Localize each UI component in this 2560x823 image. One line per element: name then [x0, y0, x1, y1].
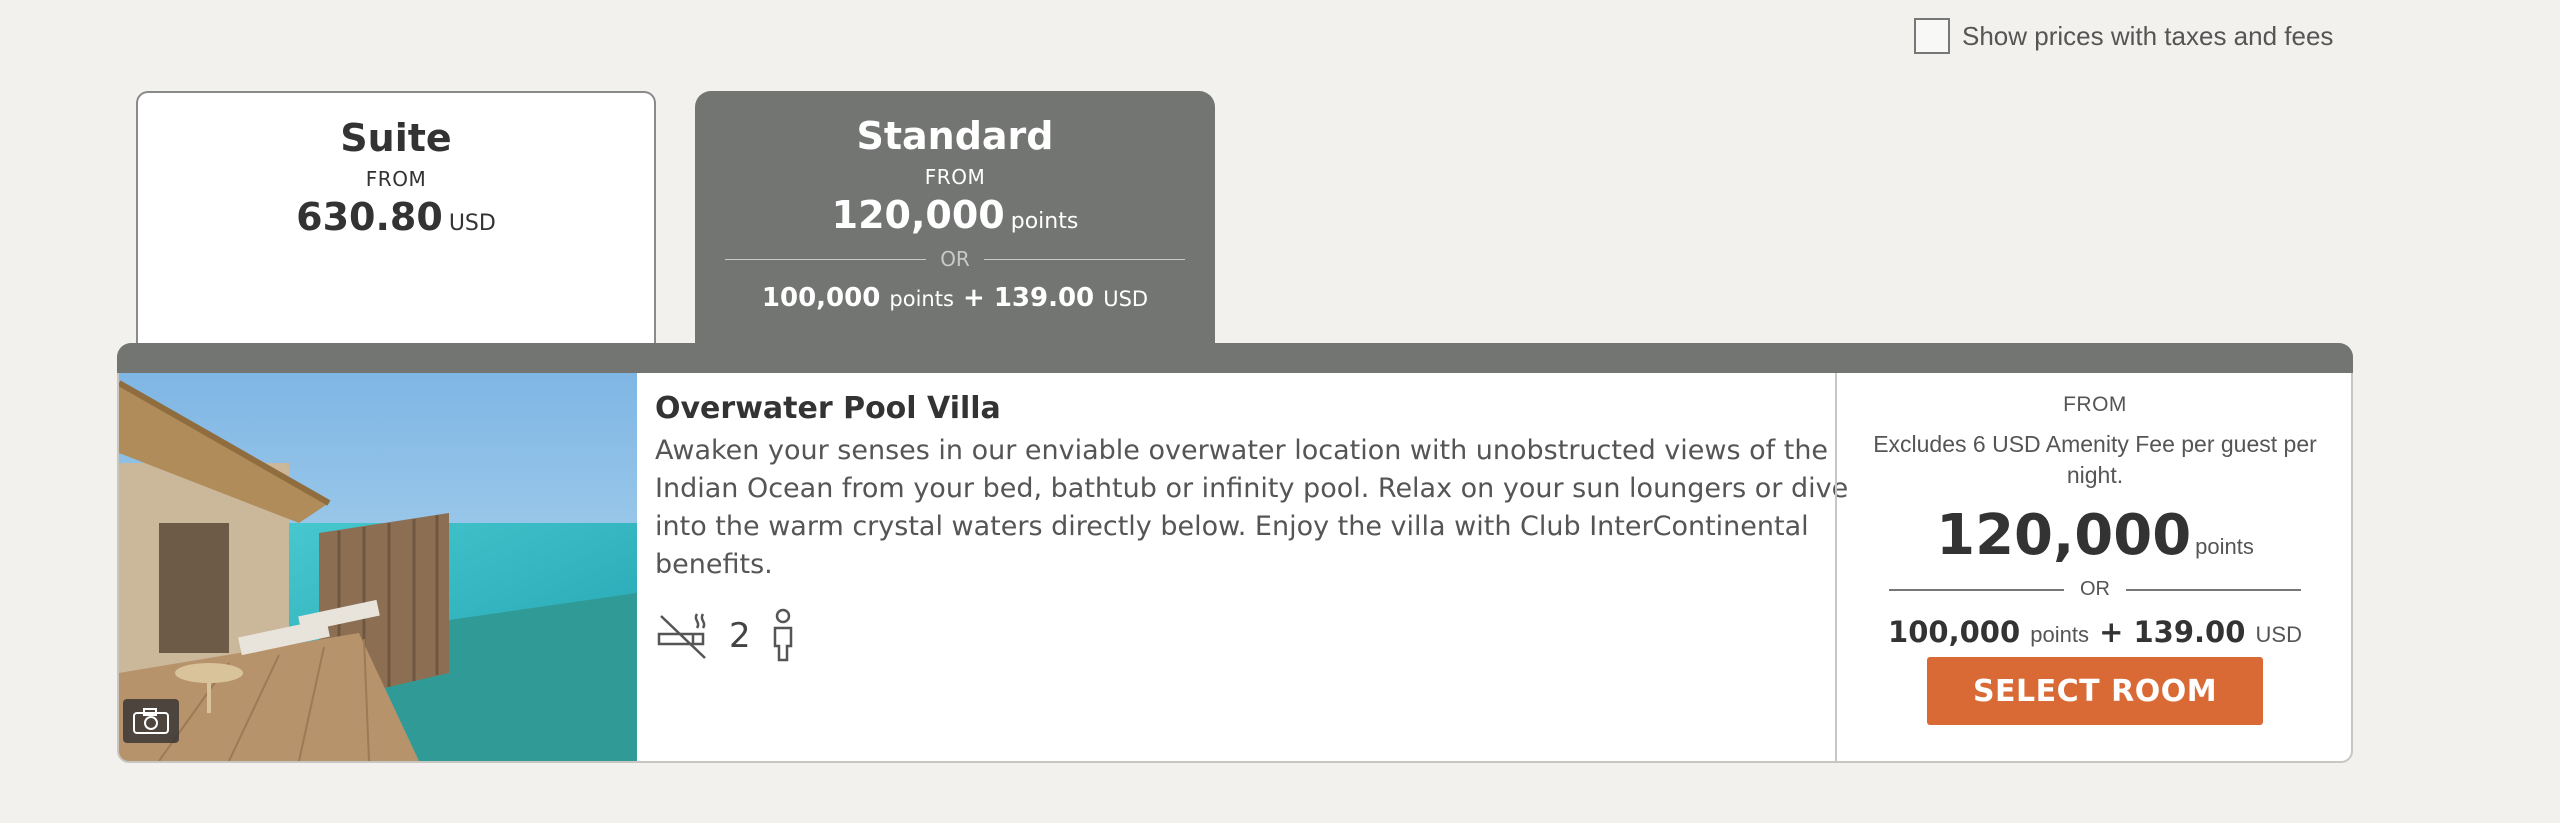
tab-suite[interactable]: Suite FROM 630.80 USD [136, 91, 656, 345]
points-unit: points [1010, 209, 1079, 234]
tab-price: 630.80 USD [138, 195, 654, 239]
tab-title: Standard [856, 114, 1054, 158]
camera-icon [133, 708, 169, 734]
tax-toggle-label: Show prices with taxes and fees [1962, 20, 2334, 51]
points-amount: 120,000 [831, 193, 1005, 237]
occupancy-count: 2 [729, 616, 751, 656]
room-card-header-strip [117, 343, 2353, 373]
combo-cash: 139.00 [993, 283, 1095, 313]
no-smoking-icon [657, 613, 706, 659]
combo-points-unit: points [2030, 622, 2089, 647]
room-amenities: 2 [655, 608, 1895, 664]
person-icon [773, 608, 792, 662]
combo-currency: USD [1103, 287, 1149, 311]
combo-points: 100,000 [1888, 615, 2021, 649]
room-description: Awaken your senses in our enviable overw… [655, 435, 1849, 580]
tab-standard[interactable]: Standard FROM 120,000 points OR 100,000 p… [695, 91, 1215, 347]
taxes-checkbox[interactable] [1914, 18, 1950, 54]
combo-points: 100,000 [761, 283, 881, 313]
combo-cash: 139.00 [2133, 615, 2246, 649]
price-panel: FROM Excludes 6 USD Amenity Fee per gues… [1835, 373, 2351, 761]
points-unit: points [2195, 534, 2254, 559]
from-label: FROM [2063, 393, 2127, 416]
tab-from-label: FROM [924, 165, 986, 189]
room-photo[interactable] [119, 373, 637, 761]
price-amount: 630.80 [296, 195, 443, 239]
points-amount: 120,000 [1936, 503, 2192, 568]
currency: USD [448, 211, 496, 236]
tab-points: 120,000 points [695, 193, 1215, 237]
combo-currency: USD [2255, 622, 2302, 647]
plus-sign: + [962, 283, 985, 313]
select-room-button[interactable]: SELECT ROOM [1927, 657, 2263, 725]
tab-combo-price: 100,000 points + 139.00 USD [695, 283, 1215, 313]
plus-sign: + [2099, 615, 2124, 649]
tax-toggle[interactable]: Show prices with taxes and fees [1914, 18, 2333, 54]
photo-gallery-button[interactable] [123, 699, 179, 743]
or-label: OR [940, 247, 970, 271]
or-label: OR [2080, 578, 2110, 600]
amenity-fee-note: Excludes 6 USD Amenity Fee per guest per… [1873, 431, 2317, 488]
combo-price: 100,000 points + 139.00 USD [1837, 615, 2351, 649]
room-name[interactable]: Overwater Pool Villa [655, 391, 1895, 426]
room-info: Overwater Pool Villa Awaken your senses … [655, 391, 1895, 664]
or-divider: OR [1889, 578, 2301, 601]
tab-from-label: FROM [365, 167, 427, 191]
or-divider: OR [725, 247, 1186, 271]
tab-title: Suite [340, 116, 452, 160]
points-price: 120,000 points [1837, 503, 2351, 568]
room-card: Overwater Pool Villa Awaken your senses … [117, 373, 2353, 763]
combo-points-unit: points [889, 287, 954, 311]
